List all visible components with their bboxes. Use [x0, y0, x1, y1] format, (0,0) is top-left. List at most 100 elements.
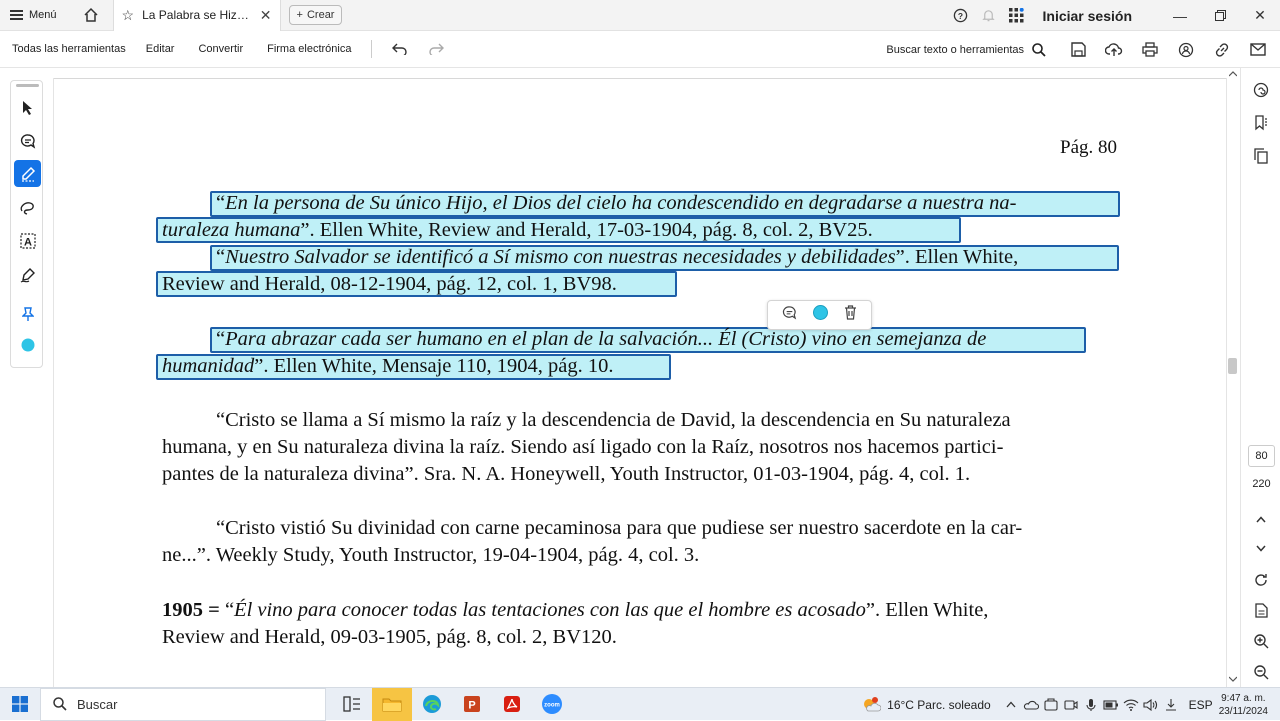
weather-widget[interactable]: 16°C Parc. soleado [861, 696, 991, 714]
sign-in-button[interactable]: Iniciar sesión [1043, 8, 1132, 24]
sign-tool[interactable] [14, 261, 41, 288]
task-view-app[interactable] [332, 688, 372, 721]
star-icon[interactable]: ☆ [122, 7, 135, 24]
redo-button[interactable] [422, 35, 450, 63]
bookmark-icon [1255, 115, 1267, 131]
right-panel-rail: 80 220 [1240, 68, 1280, 687]
doc-line: “Cristo vistió Su divinidad con carne pe… [216, 517, 1023, 539]
highlighter-pen-icon [21, 166, 35, 182]
color-dot-icon [21, 338, 34, 351]
save-button[interactable] [1060, 36, 1096, 64]
input-language[interactable]: ESP [1189, 698, 1213, 712]
restore-button[interactable] [1200, 0, 1240, 31]
minimize-button[interactable]: — [1160, 0, 1200, 31]
start-button[interactable] [0, 688, 40, 721]
taskbar-search-label: Buscar [77, 696, 118, 712]
undo-button[interactable] [386, 35, 414, 63]
trash-icon [845, 305, 856, 320]
edge-browser-app[interactable] [412, 688, 452, 721]
svg-text:zoom: zoom [544, 703, 560, 709]
save-icon [1070, 42, 1086, 57]
doc-line: Review and Herald, 08-12-1904, pág. 12, … [162, 273, 617, 295]
zoom-in-button[interactable] [1249, 629, 1273, 653]
doc-line: “Nuestro Salvador se identificó a Sí mis… [216, 246, 1019, 268]
acrobat-app[interactable] [492, 688, 532, 721]
scroll-thumb[interactable] [1228, 358, 1237, 374]
onedrive-cloud-icon[interactable] [1021, 695, 1041, 715]
clock[interactable]: 9:47 a. m. 23/11/2024 [1219, 692, 1268, 718]
powerpoint-app[interactable]: P [452, 688, 492, 721]
svg-text:A: A [24, 236, 32, 248]
bookmarks-button[interactable] [1249, 111, 1273, 135]
wifi-icon[interactable] [1121, 695, 1141, 715]
comment-button[interactable] [782, 305, 797, 325]
select-tool[interactable] [14, 94, 41, 121]
text-box-tool[interactable]: A [14, 227, 41, 254]
help-icon[interactable]: ? [947, 2, 975, 30]
print-icon [1142, 42, 1158, 57]
document-tab[interactable]: ☆ La Palabra se Hizo C... ✕ [112, 0, 281, 31]
menu-button[interactable]: Menú [0, 0, 67, 31]
edit-menu[interactable]: Editar [134, 43, 175, 55]
restore-icon [1214, 10, 1226, 21]
scroll-up-arrow-icon [1229, 71, 1237, 77]
undo-icon [392, 43, 408, 55]
rotate-button[interactable] [1249, 568, 1273, 592]
home-icon [84, 7, 98, 22]
highlight-tool[interactable] [14, 160, 41, 187]
convert-menu[interactable]: Convertir [186, 43, 243, 55]
color-picker[interactable] [14, 331, 41, 358]
rail-grip[interactable] [16, 84, 39, 87]
zoom-app[interactable]: zoom [532, 688, 572, 721]
all-tools-menu[interactable]: Todas las herramientas [0, 43, 126, 55]
search-tools[interactable]: Buscar texto o herramientas [886, 42, 1046, 57]
close-window-button[interactable]: ✕ [1240, 0, 1280, 31]
battery-icon[interactable] [1101, 695, 1121, 715]
draw-tool[interactable] [14, 194, 41, 221]
zoom-out-button[interactable] [1249, 660, 1273, 684]
volume-icon[interactable] [1141, 695, 1161, 715]
doc-line: turaleza humana”. Ellen White, Review an… [162, 219, 873, 241]
vertical-scrollbar[interactable] [1226, 68, 1240, 687]
ai-assistant-button[interactable] [1249, 78, 1273, 102]
tab-title: La Palabra se Hizo C... [142, 8, 252, 22]
previous-page-button[interactable] [1249, 507, 1273, 531]
touch-keyboard-icon[interactable] [1161, 695, 1181, 715]
doc-line: 1905 = “Él vino para conocer todas las t… [162, 599, 989, 621]
current-page-input[interactable]: 80 [1248, 445, 1275, 467]
search-icon [53, 697, 67, 711]
pages-button[interactable] [1249, 144, 1273, 168]
esign-menu[interactable]: Firma electrónica [255, 43, 351, 55]
highlight-color-button[interactable] [813, 305, 828, 325]
plus-icon: + [296, 9, 303, 21]
folder-icon [382, 698, 402, 712]
pin-tool[interactable] [14, 301, 41, 328]
microphone-icon[interactable] [1081, 695, 1101, 715]
show-hidden-icons-chevron[interactable] [1001, 695, 1021, 715]
home-button[interactable] [77, 1, 105, 29]
print-button[interactable] [1132, 36, 1168, 64]
delete-button[interactable] [844, 305, 857, 325]
comment-tool[interactable] [14, 127, 41, 154]
share-user-button[interactable] [1168, 36, 1204, 64]
windows-logo-icon [12, 696, 28, 712]
apps-grid-icon[interactable] [1003, 2, 1031, 30]
zoom-in-icon [1253, 633, 1268, 648]
notification-bell-icon[interactable] [975, 2, 1003, 30]
email-button[interactable] [1240, 36, 1276, 64]
link-icon [1215, 42, 1229, 57]
next-page-button[interactable] [1249, 536, 1273, 560]
copy-pages-icon [1254, 148, 1268, 164]
weather-text: 16°C Parc. soleado [887, 697, 991, 712]
upload-button[interactable] [1096, 36, 1132, 64]
taskbar-search[interactable]: Buscar [40, 687, 326, 721]
camera-icon[interactable] [1061, 695, 1081, 715]
tray-app-icon[interactable] [1041, 695, 1061, 715]
copy-link-button[interactable] [1204, 36, 1240, 64]
clock-date: 23/11/2024 [1218, 705, 1268, 717]
create-button[interactable]: + Crear [288, 5, 343, 25]
close-tab-icon[interactable]: ✕ [260, 7, 272, 24]
file-explorer-app[interactable] [372, 687, 412, 721]
svg-text:P: P [468, 700, 475, 712]
document-properties-button[interactable] [1249, 598, 1273, 622]
